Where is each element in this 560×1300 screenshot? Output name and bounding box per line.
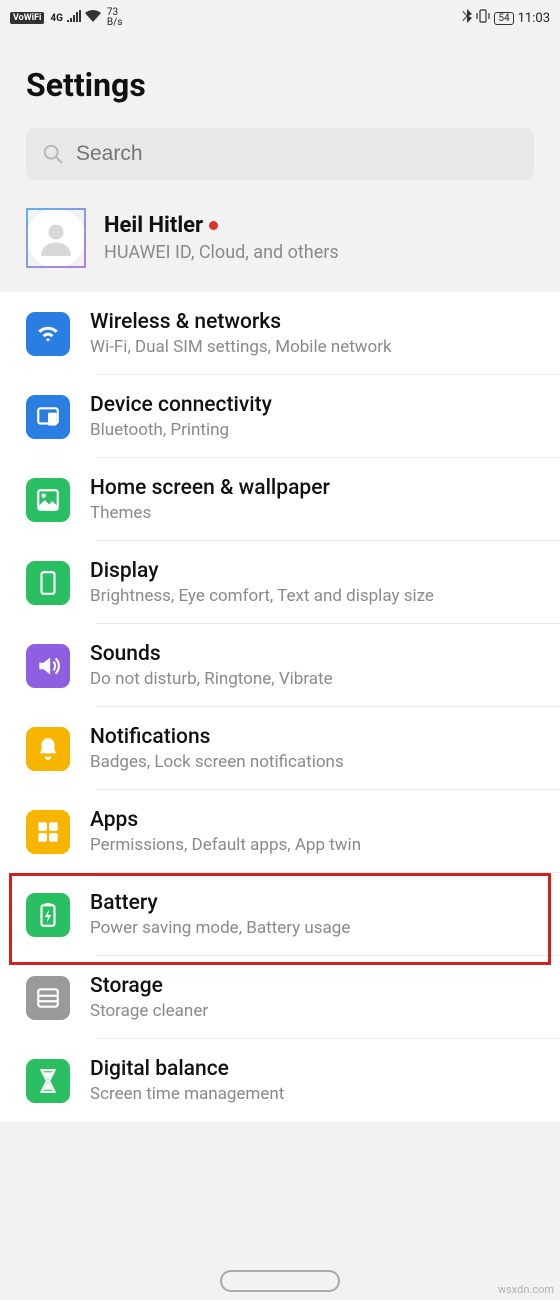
item-text: Notifications Badges, Lock screen notific…: [90, 725, 534, 772]
item-title: Home screen & wallpaper: [90, 476, 534, 500]
battery-indicator: 54: [494, 12, 513, 25]
account-text: Heil Hitler HUAWEI ID, Cloud, and others: [104, 213, 534, 263]
item-subtitle: Wi-Fi, Dual SIM settings, Mobile network: [90, 337, 534, 357]
status-right: 54 11:03: [462, 9, 550, 27]
item-title: Battery: [90, 891, 534, 915]
settings-item-battery[interactable]: Battery Power saving mode, Battery usage: [0, 873, 560, 956]
wireless-icon: [26, 312, 70, 356]
vibrate-icon: [476, 9, 490, 27]
item-subtitle: Do not disturb, Ringtone, Vibrate: [90, 669, 534, 689]
sounds-icon: [26, 644, 70, 688]
wifi-icon: [85, 10, 101, 26]
settings-list: Wireless & networks Wi-Fi, Dual SIM setti…: [0, 292, 560, 1122]
avatar: [26, 208, 86, 268]
signal-icon: [67, 10, 81, 26]
display-icon: [26, 561, 70, 605]
home-screen-icon: [26, 478, 70, 522]
item-text: Digital balance Screen time management: [90, 1057, 534, 1104]
status-bar: VoWiFi 4G 73B/s 54 11:03: [0, 0, 560, 36]
account-name: Heil Hitler: [104, 213, 534, 238]
digital-icon: [26, 1059, 70, 1103]
item-title: Wireless & networks: [90, 310, 534, 334]
item-title: Digital balance: [90, 1057, 534, 1081]
item-subtitle: Power saving mode, Battery usage: [90, 918, 534, 938]
settings-item-display[interactable]: Display Brightness, Eye comfort, Text and…: [0, 541, 560, 624]
settings-item-digital[interactable]: Digital balance Screen time management: [0, 1039, 560, 1122]
item-title: Sounds: [90, 642, 534, 666]
item-text: Sounds Do not disturb, Ringtone, Vibrate: [90, 642, 534, 689]
account-row[interactable]: Heil Hitler HUAWEI ID, Cloud, and others: [26, 194, 534, 282]
settings-item-device-conn[interactable]: Device connectivity Bluetooth, Printing: [0, 375, 560, 458]
bluetooth-icon: [462, 9, 472, 27]
item-title: Notifications: [90, 725, 534, 749]
item-subtitle: Brightness, Eye comfort, Text and displa…: [90, 586, 534, 606]
item-title: Apps: [90, 808, 534, 832]
notifications-icon: [26, 727, 70, 771]
notification-dot: [209, 221, 218, 230]
network-label: 4G: [50, 13, 63, 24]
clock: 11:03: [518, 11, 550, 26]
item-text: Storage Storage cleaner: [90, 974, 534, 1021]
item-text: Apps Permissions, Default apps, App twin: [90, 808, 534, 855]
account-subtitle: HUAWEI ID, Cloud, and others: [104, 242, 534, 263]
item-text: Display Brightness, Eye comfort, Text and…: [90, 559, 534, 606]
item-text: Wireless & networks Wi-Fi, Dual SIM setti…: [90, 310, 534, 357]
avatar-placeholder-icon: [38, 220, 74, 256]
battery-icon: [26, 893, 70, 937]
search-input[interactable]: [76, 142, 518, 166]
data-rate: 73B/s: [107, 8, 123, 28]
item-text: Battery Power saving mode, Battery usage: [90, 891, 534, 938]
item-title: Display: [90, 559, 534, 583]
search-container: [26, 128, 534, 180]
item-subtitle: Permissions, Default apps, App twin: [90, 835, 534, 855]
item-subtitle: Storage cleaner: [90, 1001, 534, 1021]
device-conn-icon: [26, 395, 70, 439]
item-title: Storage: [90, 974, 534, 998]
item-text: Home screen & wallpaper Themes: [90, 476, 534, 523]
settings-item-apps[interactable]: Apps Permissions, Default apps, App twin: [0, 790, 560, 873]
search-box[interactable]: [26, 128, 534, 180]
item-subtitle: Themes: [90, 503, 534, 523]
settings-item-home-screen[interactable]: Home screen & wallpaper Themes: [0, 458, 560, 541]
item-subtitle: Badges, Lock screen notifications: [90, 752, 534, 772]
item-subtitle: Screen time management: [90, 1084, 534, 1104]
settings-item-sounds[interactable]: Sounds Do not disturb, Ringtone, Vibrate: [0, 624, 560, 707]
vowifi-badge: VoWiFi: [10, 12, 44, 24]
item-subtitle: Bluetooth, Printing: [90, 420, 534, 440]
page-title: Settings: [0, 36, 560, 128]
storage-icon: [26, 976, 70, 1020]
watermark: wsxdn.com: [498, 1283, 554, 1296]
home-indicator[interactable]: [220, 1270, 340, 1292]
item-text: Device connectivity Bluetooth, Printing: [90, 393, 534, 440]
apps-icon: [26, 810, 70, 854]
status-left: VoWiFi 4G 73B/s: [10, 8, 122, 28]
settings-item-storage[interactable]: Storage Storage cleaner: [0, 956, 560, 1039]
settings-item-wireless[interactable]: Wireless & networks Wi-Fi, Dual SIM setti…: [0, 292, 560, 375]
item-title: Device connectivity: [90, 393, 534, 417]
search-icon: [42, 143, 64, 165]
settings-item-notifications[interactable]: Notifications Badges, Lock screen notific…: [0, 707, 560, 790]
